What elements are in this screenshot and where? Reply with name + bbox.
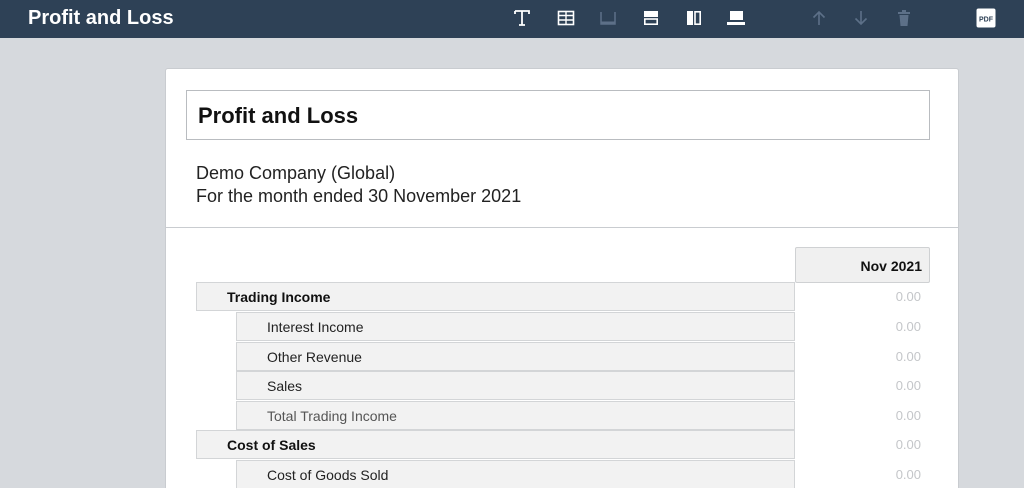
report-title: Profit and Loss [198,103,359,128]
report-title-box[interactable]: Profit and Loss [186,90,930,140]
report-sheet: Profit and Loss Demo Company (Global) Fo… [165,68,959,488]
split-row-icon[interactable] [638,5,664,31]
arrow-up-icon[interactable] [806,5,832,31]
row-value: 0.00 [895,437,921,452]
table-row-other-revenue[interactable]: Other Revenue [236,342,795,371]
text-icon[interactable] [509,5,535,31]
report-period: For the month ended 30 November 2021 [196,186,522,206]
table-row-trading-income[interactable]: Trading Income [196,282,795,311]
row-value: 0.00 [895,319,921,334]
column-header-label: Nov 2021 [860,258,922,274]
pdf-icon-label: PDF [979,17,994,24]
row-label: Interest Income [267,319,364,335]
column-header[interactable]: Nov 2021 [795,247,930,283]
divider [166,227,958,228]
pdf-icon[interactable]: PDF [973,5,999,31]
table-row-cost-of-sales[interactable]: Cost of Sales [196,430,795,459]
table-icon[interactable] [553,5,579,31]
row-label: Sales [267,378,303,394]
footer-row-icon[interactable] [595,5,621,31]
table-row-total-trading-income[interactable]: Total Trading Income [236,401,795,430]
row-value: 0.00 [895,378,921,393]
table-row-cost-of-goods-sold[interactable]: Cost of Goods Sold [236,460,795,488]
row-label: Cost of Goods Sold [267,467,389,483]
row-label: Cost of Sales [227,437,316,453]
top-bar: Profit and Loss PDF [0,0,1024,38]
app-title: Profit and Loss [28,7,174,29]
table-row-interest-income[interactable]: Interest Income [236,312,795,341]
split-column-icon[interactable] [681,5,707,31]
table-row-sales[interactable]: Sales [236,371,795,400]
insert-row-icon[interactable] [723,5,749,31]
row-label: Total Trading Income [267,408,397,424]
row-label: Other Revenue [267,349,362,365]
trash-icon[interactable] [891,5,917,31]
arrow-down-icon[interactable] [848,5,874,31]
organisation-name: Demo Company (Global) [196,163,396,183]
row-value: 0.00 [895,349,921,364]
row-value: 0.00 [895,289,921,304]
row-value: 0.00 [895,467,921,482]
row-value: 0.00 [895,408,921,423]
row-label: Trading Income [227,289,331,305]
